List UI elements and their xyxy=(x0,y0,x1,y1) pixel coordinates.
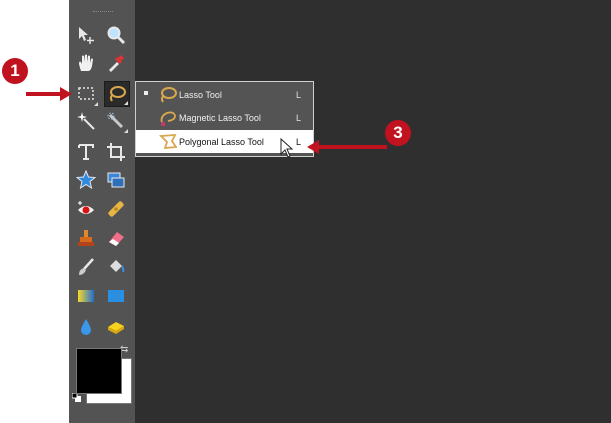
crop-tool-button[interactable] xyxy=(103,139,129,165)
marquee-icon xyxy=(78,87,94,100)
mouse-cursor-icon xyxy=(280,138,294,158)
default-colors-icon[interactable] xyxy=(72,393,81,402)
menu-item-shortcut: L xyxy=(295,89,301,100)
callout-arrow-icon xyxy=(26,87,72,101)
rectangle-icon xyxy=(108,290,124,302)
move-icon xyxy=(79,27,94,44)
callout-number: 1 xyxy=(10,61,20,80)
menu-item-label: Lasso Tool xyxy=(179,89,222,100)
paint-bucket-tool-button[interactable] xyxy=(103,254,129,280)
hand-tool-button[interactable] xyxy=(73,50,99,76)
magnetic-lasso-icon xyxy=(160,111,176,126)
magnetic-lasso-tool-item[interactable]: Magnetic Lasso Tool L xyxy=(136,106,313,129)
foreground-color-swatch[interactable] xyxy=(76,348,122,394)
brush-tool-button[interactable] xyxy=(73,254,99,280)
rectangle-tool-button[interactable] xyxy=(103,283,129,309)
magic-wand-icon xyxy=(77,112,95,130)
crop-icon xyxy=(107,143,125,161)
type-icon xyxy=(78,144,94,160)
submenu-corner-icon xyxy=(124,101,128,105)
magnifier-icon xyxy=(107,26,126,45)
red-eye-tool-button[interactable] xyxy=(73,196,99,222)
blur-tool-button[interactable] xyxy=(73,314,99,340)
eyedropper-icon xyxy=(109,55,124,72)
menu-item-label: Polygonal Lasso Tool xyxy=(179,136,264,147)
callout-number: 3 xyxy=(393,123,403,142)
zoom-tool-button[interactable] xyxy=(103,22,129,48)
magic-wand-tool-button[interactable] xyxy=(73,108,99,134)
polygonal-lasso-icon xyxy=(158,133,178,150)
callout-badge: 3 xyxy=(385,120,411,146)
healing-brush-tool-button[interactable] xyxy=(103,196,129,222)
canvas-area[interactable] xyxy=(136,0,611,423)
paint-bucket-icon xyxy=(110,260,125,273)
quick-selection-tool-button[interactable] xyxy=(103,108,129,134)
quick-selection-icon xyxy=(107,112,124,129)
layers-icon xyxy=(107,172,125,188)
eraser-tool-button[interactable] xyxy=(103,225,129,251)
move-tool-button[interactable] xyxy=(73,22,99,48)
gradient-tool-button[interactable] xyxy=(73,283,99,309)
callout-arrow-icon xyxy=(307,140,387,154)
menu-item-label: Magnetic Lasso Tool xyxy=(179,112,261,123)
menu-item-shortcut: L xyxy=(295,112,301,123)
menu-item-shortcut: L xyxy=(295,136,301,147)
lasso-icon xyxy=(161,87,177,103)
star-shape-icon xyxy=(76,170,96,190)
lasso-tool-button[interactable] xyxy=(104,81,130,107)
shape-tool-button[interactable] xyxy=(73,167,99,193)
stamp-icon xyxy=(78,230,94,246)
water-drop-icon xyxy=(81,319,91,335)
path-selection-tool-button[interactable] xyxy=(103,167,129,193)
lasso-tool-item[interactable]: Lasso Tool L xyxy=(136,83,313,106)
red-eye-icon xyxy=(78,201,94,214)
sponge-icon xyxy=(108,322,124,334)
submenu-corner-icon xyxy=(94,102,98,106)
current-tool-bullet xyxy=(144,91,148,95)
type-tool-button[interactable] xyxy=(73,139,99,165)
callout-badge: 1 xyxy=(2,58,28,84)
submenu-corner-icon xyxy=(124,129,128,133)
hand-icon xyxy=(79,54,93,71)
clone-stamp-tool-button[interactable] xyxy=(73,225,99,251)
marquee-tool-button[interactable] xyxy=(73,81,99,107)
eraser-icon xyxy=(109,232,124,246)
gradient-icon xyxy=(78,290,94,302)
eyedropper-tool-button[interactable] xyxy=(103,50,129,76)
panel-grip[interactable] xyxy=(93,11,113,14)
brush-icon xyxy=(79,258,94,275)
bandage-icon xyxy=(108,201,124,217)
sponge-tool-button[interactable] xyxy=(103,314,129,340)
